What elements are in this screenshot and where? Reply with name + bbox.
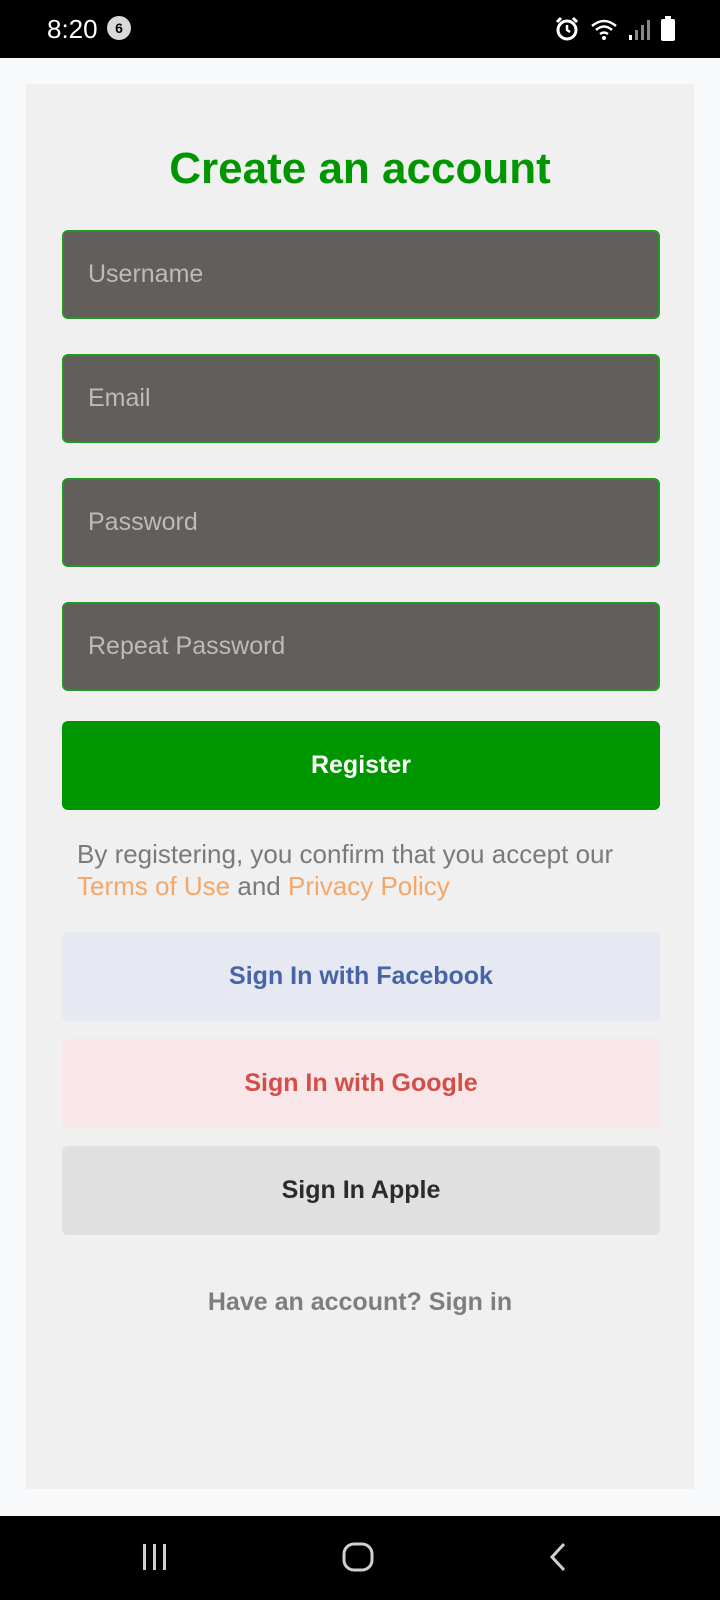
username-input[interactable] <box>64 232 658 317</box>
email-input[interactable] <box>64 356 658 441</box>
battery-icon <box>660 16 676 42</box>
terms-of-use-link[interactable]: Terms of Use <box>77 871 230 901</box>
back-icon[interactable] <box>548 1541 570 1578</box>
recent-apps-icon[interactable] <box>140 1541 170 1578</box>
terms-middle: and <box>230 871 288 901</box>
status-icons <box>554 14 676 44</box>
status-bar: 8:20 6 <box>0 0 720 58</box>
alarm-icon <box>554 16 580 42</box>
notification-badge: 6 <box>107 16 131 40</box>
register-button[interactable]: Register <box>62 721 660 810</box>
navigation-bar <box>0 1516 720 1600</box>
password-field[interactable] <box>62 478 660 567</box>
home-icon[interactable] <box>341 1541 375 1578</box>
wifi-icon <box>590 17 618 41</box>
email-field[interactable] <box>62 354 660 443</box>
repeat-password-field[interactable] <box>62 602 660 691</box>
privacy-policy-link[interactable]: Privacy Policy <box>288 871 450 901</box>
terms-notice: By registering, you confirm that you acc… <box>77 838 657 902</box>
username-field[interactable] <box>62 230 660 319</box>
facebook-signin-button[interactable]: Sign In with Facebook <box>62 932 660 1021</box>
status-time: 8:20 <box>47 14 98 44</box>
apple-signin-button[interactable]: Sign In Apple <box>62 1146 660 1235</box>
password-input[interactable] <box>64 480 658 565</box>
google-signin-button[interactable]: Sign In with Google <box>62 1039 660 1128</box>
repeat-password-input[interactable] <box>64 604 658 689</box>
terms-prefix: By registering, you confirm that you acc… <box>77 839 614 869</box>
page-title: Create an account <box>169 144 551 193</box>
signin-link[interactable]: Have an account? Sign in <box>26 1288 694 1317</box>
signal-icon <box>628 17 650 41</box>
register-card: Create an account Register By registerin… <box>26 84 694 1489</box>
